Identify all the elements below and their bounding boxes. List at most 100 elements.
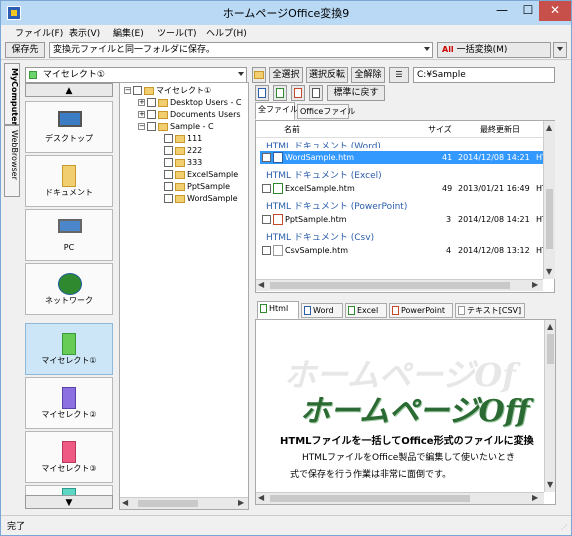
close-button[interactable]: ✕ [539, 1, 571, 21]
list-view-button[interactable]: ☰ [389, 67, 409, 83]
tree-node-root[interactable]: − マイセレクト① [124, 85, 211, 97]
arrow-down-icon[interactable]: ▼ [546, 267, 552, 276]
scroll-up-button[interactable]: ▲ [25, 83, 113, 97]
file-row-powerpoint[interactable]: PptSample.htm 3 2014/12/08 14:21 HT [260, 213, 550, 226]
tree-node-222[interactable]: 222 [164, 145, 202, 157]
expand-icon[interactable]: + [138, 99, 145, 106]
scroll-thumb[interactable] [546, 189, 553, 249]
tree-node-111[interactable]: 111 [164, 133, 202, 145]
tree-node-333[interactable]: 333 [164, 157, 202, 169]
menu-edit[interactable]: 編集(E) [113, 26, 144, 39]
side-item-myselect-2[interactable]: マイセレクト② [25, 377, 113, 429]
invert-selection-button[interactable]: 選択反転 [306, 67, 348, 83]
side-item-myselect-3[interactable]: マイセレクト③ [25, 431, 113, 483]
column-size[interactable]: サイズ [428, 124, 452, 135]
arrow-right-icon[interactable]: ▶ [532, 493, 538, 502]
collapse-icon[interactable]: − [124, 87, 131, 94]
scroll-down-button[interactable]: ▼ [25, 495, 113, 509]
checkbox[interactable] [262, 184, 271, 193]
file-list-horizontal-scrollbar[interactable]: ◀ ▶ [256, 279, 543, 291]
menu-file[interactable]: ファイル(F) [15, 26, 63, 39]
tree-node-documents[interactable]: + Documents Users [138, 109, 241, 121]
file-row-excel[interactable]: ExcelSample.htm 49 2013/01/21 16:49 HT [260, 182, 550, 195]
tab-all-files[interactable]: 全ファイル [255, 102, 298, 120]
arrow-up-icon[interactable]: ▲ [546, 123, 552, 132]
checkbox[interactable] [164, 194, 173, 203]
scroll-thumb[interactable] [270, 282, 510, 289]
tab-office-files[interactable]: Officeファイル [297, 104, 355, 119]
tree-node-sample[interactable]: − Sample - C [138, 121, 214, 133]
tree-node-pptsample[interactable]: PptSample [164, 181, 230, 193]
tree-horizontal-scrollbar[interactable]: ◀ ▶ [120, 497, 248, 509]
arrow-left-icon[interactable]: ◀ [258, 493, 264, 502]
checkbox[interactable] [164, 146, 173, 155]
up-folder-button[interactable] [252, 67, 266, 83]
expand-icon[interactable]: + [138, 111, 145, 118]
tab-text-csv[interactable]: テキスト[CSV] [455, 303, 525, 318]
checkbox[interactable] [262, 246, 271, 255]
menu-view[interactable]: 表示(V) [69, 26, 100, 39]
checkbox[interactable] [147, 122, 156, 131]
checkbox[interactable] [262, 215, 271, 224]
clear-all-button[interactable]: 全解除 [351, 67, 385, 83]
checkbox[interactable] [133, 86, 142, 95]
menu-tools[interactable]: ツール(T) [157, 26, 197, 39]
column-modified[interactable]: 最終更新日 [480, 124, 520, 135]
batch-convert-dropdown[interactable] [553, 42, 567, 58]
tree-node-desktop[interactable]: + Desktop Users - C [138, 97, 242, 109]
tab-word[interactable]: Word [301, 303, 343, 318]
file-list-vertical-scrollbar[interactable]: ▲ ▼ [543, 121, 555, 279]
menu-help[interactable]: ヘルプ(H) [206, 26, 247, 39]
arrow-down-icon[interactable]: ▼ [547, 480, 553, 489]
tab-html[interactable]: Html [257, 301, 299, 319]
tree-node-excelsample[interactable]: ExcelSample [164, 169, 238, 181]
title-bar: ホームページOffice変換9 — ☐ ✕ [1, 1, 571, 25]
batch-convert-button[interactable]: All 一括変換(M) [437, 42, 551, 58]
excel-filter-button[interactable] [273, 85, 287, 101]
csv-filter-button[interactable] [309, 85, 323, 101]
side-item-documents[interactable]: ドキュメント [25, 155, 113, 207]
column-name[interactable]: 名前 [284, 124, 300, 135]
resize-grip-icon[interactable]: ⋰ [561, 524, 567, 531]
arrow-left-icon[interactable]: ◀ [258, 280, 264, 289]
checkbox[interactable] [262, 153, 271, 162]
file-row-csv[interactable]: CsvSample.htm 4 2014/12/08 13:12 HT [260, 244, 550, 257]
path-field[interactable]: C:¥Sample [413, 67, 555, 83]
arrow-left-icon[interactable]: ◀ [122, 498, 128, 507]
scroll-thumb[interactable] [547, 334, 554, 364]
side-item-desktop[interactable]: デスクトップ [25, 101, 113, 153]
arrow-right-icon[interactable]: ▶ [532, 280, 538, 289]
collapse-icon[interactable]: − [138, 123, 145, 130]
location-select[interactable]: マイセレクト① [25, 67, 247, 83]
side-item-network[interactable]: ネットワーク [25, 263, 113, 315]
word-filter-button[interactable] [255, 85, 269, 101]
tab-web-browser[interactable]: WebBrowser [4, 125, 20, 197]
scroll-thumb[interactable] [138, 500, 198, 507]
tab-powerpoint[interactable]: PowerPoint [389, 303, 453, 318]
scroll-thumb[interactable] [270, 495, 470, 502]
checkbox[interactable] [164, 134, 173, 143]
arrow-right-icon[interactable]: ▶ [238, 498, 244, 507]
restore-default-button[interactable]: 標準に戻す [327, 85, 385, 101]
maximize-button[interactable]: ☐ [515, 1, 541, 21]
ppt-filter-button[interactable] [291, 85, 305, 101]
arrow-up-icon[interactable]: ▲ [547, 322, 553, 331]
preview-horizontal-scrollbar[interactable]: ◀ ▶ [256, 492, 544, 504]
file-row-word[interactable]: WordSample.htm 41 2014/12/08 14:21 HT [260, 151, 550, 164]
minimize-button[interactable]: — [489, 1, 515, 21]
tree-node-wordsample[interactable]: WordSample [164, 193, 238, 205]
select-all-button[interactable]: 全選択 [269, 67, 303, 83]
checkbox[interactable] [164, 170, 173, 179]
checkbox[interactable] [147, 110, 156, 119]
side-item-pc[interactable]: PC [25, 209, 113, 261]
tab-my-computer[interactable]: MyComputer [4, 63, 20, 126]
tab-excel[interactable]: Excel [345, 303, 387, 318]
save-destination-select[interactable]: 変換元ファイルと同一フォルダに保存。 [49, 42, 433, 58]
menu-bar: ファイル(F) 表示(V) 編集(E) ツール(T) ヘルプ(H) [1, 25, 571, 40]
preview-vertical-scrollbar[interactable]: ▲ ▼ [544, 320, 555, 492]
checkbox[interactable] [164, 182, 173, 191]
save-destination-button[interactable]: 保存先 [5, 42, 45, 58]
checkbox[interactable] [164, 158, 173, 167]
checkbox[interactable] [147, 98, 156, 107]
side-item-myselect-1[interactable]: マイセレクト① [25, 323, 113, 375]
